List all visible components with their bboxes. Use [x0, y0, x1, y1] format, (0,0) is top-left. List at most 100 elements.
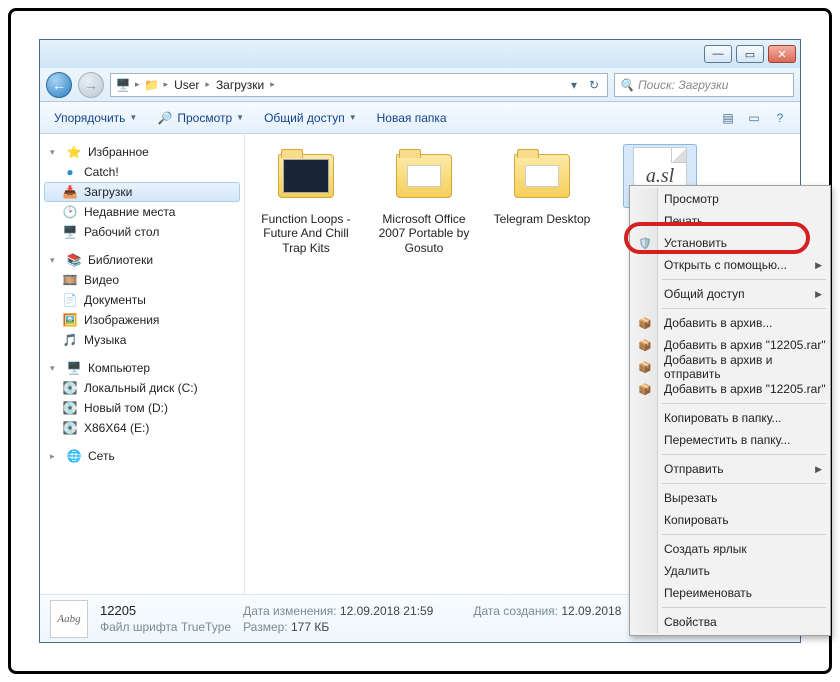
desktop-icon: 🖥️ [62, 224, 78, 240]
menu-separator [662, 279, 826, 280]
menu-item[interactable]: Свойства [632, 611, 828, 633]
refresh-icon[interactable]: ↻ [585, 76, 603, 94]
menu-item-label: Печать [664, 214, 703, 228]
sidebar-item-pictures[interactable]: 🖼️Изображения [40, 310, 244, 330]
breadcrumb-segment[interactable]: User [172, 78, 201, 92]
breadcrumb-bar[interactable]: 🖥️ ▸ 📁 ▸ User ▸ Загрузки ▸ ▾ ↻ [110, 73, 608, 97]
computer-header[interactable]: ▾🖥️Компьютер [40, 358, 244, 378]
help-button[interactable]: ? [768, 107, 792, 129]
forward-button[interactable]: → [78, 72, 104, 98]
libraries-icon: 📚 [66, 252, 82, 268]
collapse-icon: ▾ [50, 147, 60, 158]
sidebar-item-recent[interactable]: 🕑Недавние места [40, 202, 244, 222]
sidebar-item-drive-d[interactable]: 💽Новый том (D:) [40, 398, 244, 418]
file-item[interactable]: Telegram Desktop [489, 144, 595, 226]
expand-icon: ▸ [50, 451, 60, 462]
libraries-header[interactable]: ▾📚Библиотеки [40, 250, 244, 270]
menu-item[interactable]: Копировать в папку... [632, 407, 828, 429]
navigation-pane: ▾⭐Избранное ●Catch! 📥Загрузки 🕑Недавние … [40, 134, 245, 594]
titlebar: — ▭ ✕ [40, 40, 800, 68]
menu-item-label: Добавить в архив "12205.rar" [664, 338, 826, 352]
sidebar-item-catch[interactable]: ●Catch! [40, 162, 244, 182]
file-icon [269, 144, 343, 208]
menu-item-label: Добавить в архив... [664, 316, 772, 330]
pictures-icon: 🖼️ [62, 312, 78, 328]
star-icon: ⭐ [66, 144, 82, 160]
selected-file-name: 12205 [100, 603, 231, 618]
maximize-button[interactable]: ▭ [736, 45, 764, 63]
computer-icon: 🖥️ [66, 360, 82, 376]
menu-item[interactable]: Просмотр [632, 188, 828, 210]
back-button[interactable]: ← [46, 72, 72, 98]
drive-icon: 💽 [62, 380, 78, 396]
menu-item-label: Просмотр [664, 192, 719, 206]
rar-icon: 📦 [637, 337, 653, 353]
sidebar-item-documents[interactable]: 📄Документы [40, 290, 244, 310]
menu-item[interactable]: Открыть с помощью...▶ [632, 254, 828, 276]
file-icon [387, 144, 461, 208]
new-folder-button[interactable]: Новая папка [371, 108, 453, 128]
libraries-group: ▾📚Библиотеки 🎞️Видео 📄Документы 🖼️Изобра… [40, 250, 244, 350]
search-placeholder: Поиск: Загрузки [638, 78, 729, 92]
menu-item[interactable]: Переименовать [632, 582, 828, 604]
rar-icon: 📦 [637, 359, 653, 375]
sidebar-item-videos[interactable]: 🎞️Видео [40, 270, 244, 290]
rar-icon: 📦 [637, 315, 653, 331]
menu-separator [662, 483, 826, 484]
menu-separator [662, 308, 826, 309]
menu-item[interactable]: Копировать [632, 509, 828, 531]
view-options-button[interactable]: ▤ [716, 107, 740, 129]
minimize-button[interactable]: — [704, 45, 732, 63]
menu-item[interactable]: 📦 Добавить в архив... [632, 312, 828, 334]
file-item[interactable]: Microsoft Office 2007 Portable by Gosuto [371, 144, 477, 255]
menu-item-label: Открыть с помощью... [664, 258, 787, 272]
sidebar-item-drive-e[interactable]: 💽X86X64 (E:) [40, 418, 244, 438]
menu-item[interactable]: 🛡️Установить [632, 232, 828, 254]
organize-button[interactable]: Упорядочить▼ [48, 108, 143, 128]
menu-item[interactable]: Отправить▶ [632, 458, 828, 480]
file-item[interactable]: Function Loops - Future And Chill Trap K… [253, 144, 359, 255]
network-header[interactable]: ▸🌐Сеть [40, 446, 244, 466]
chevron-right-icon: ▸ [270, 79, 275, 90]
menu-item[interactable]: 📦Добавить в архив "12205.rar" [632, 378, 828, 400]
music-icon: 🎵 [62, 332, 78, 348]
sidebar-item-music[interactable]: 🎵Музыка [40, 330, 244, 350]
menu-separator [662, 607, 826, 608]
share-button[interactable]: Общий доступ▼ [258, 108, 363, 128]
menu-item[interactable]: Вырезать [632, 487, 828, 509]
close-button[interactable]: ✕ [768, 45, 796, 63]
preview-icon: 🔎 [157, 110, 173, 126]
downloads-icon: 📥 [62, 184, 78, 200]
documents-icon: 📄 [62, 292, 78, 308]
drive-icon: 💽 [62, 400, 78, 416]
menu-separator [662, 403, 826, 404]
menu-item-label: Свойства [664, 615, 717, 629]
file-label: Telegram Desktop [494, 212, 591, 226]
preview-button[interactable]: 🔎Просмотр▼ [151, 107, 250, 129]
sidebar-item-desktop[interactable]: 🖥️Рабочий стол [40, 222, 244, 242]
menu-item[interactable]: Общий доступ▶ [632, 283, 828, 305]
sidebar-item-drive-c[interactable]: 💽Локальный диск (C:) [40, 378, 244, 398]
video-icon: 🎞️ [62, 272, 78, 288]
network-group: ▸🌐Сеть [40, 446, 244, 466]
favorites-header[interactable]: ▾⭐Избранное [40, 142, 244, 162]
favorites-group: ▾⭐Избранное ●Catch! 📥Загрузки 🕑Недавние … [40, 142, 244, 242]
app-icon: ● [62, 164, 78, 180]
preview-pane-button[interactable]: ▭ [742, 107, 766, 129]
submenu-arrow-icon: ▶ [815, 464, 822, 475]
menu-item-label: Копировать [664, 513, 729, 527]
menu-item[interactable]: 📦Добавить в архив и отправить [632, 356, 828, 378]
menu-item-label: Переместить в папку... [664, 433, 790, 447]
menu-item[interactable]: Переместить в папку... [632, 429, 828, 451]
computer-group: ▾🖥️Компьютер 💽Локальный диск (C:) 💽Новый… [40, 358, 244, 438]
dropdown-icon[interactable]: ▾ [565, 76, 583, 94]
search-input[interactable]: 🔍 Поиск: Загрузки [614, 73, 794, 97]
menu-item[interactable]: Печать [632, 210, 828, 232]
menu-item-label: Вырезать [664, 491, 717, 505]
breadcrumb-segment[interactable]: Загрузки [214, 78, 266, 92]
menu-item[interactable]: Создать ярлык [632, 538, 828, 560]
network-icon: 🌐 [66, 448, 82, 464]
menu-item-label: Копировать в папку... [664, 411, 782, 425]
menu-item[interactable]: Удалить [632, 560, 828, 582]
sidebar-item-downloads[interactable]: 📥Загрузки [44, 182, 240, 202]
